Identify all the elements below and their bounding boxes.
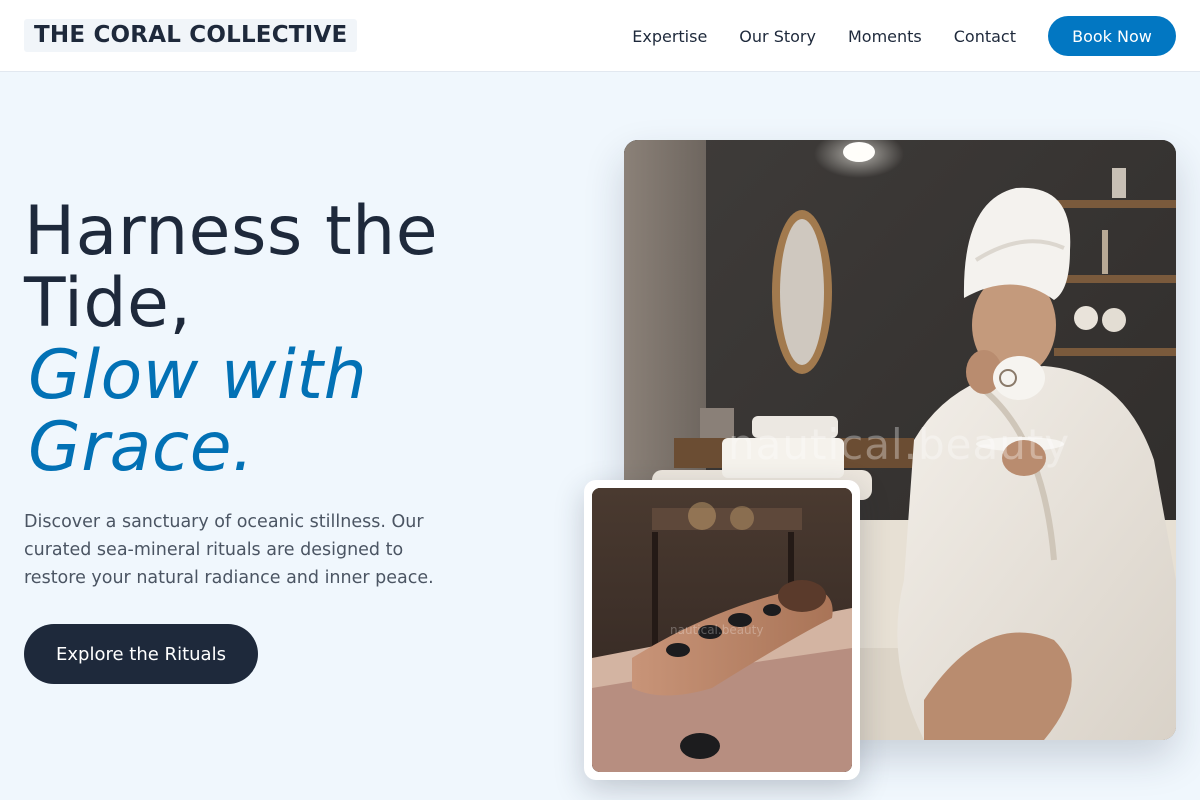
book-now-button[interactable]: Book Now xyxy=(1048,16,1176,56)
explore-rituals-button[interactable]: Explore the Rituals xyxy=(24,624,258,684)
hero-accent-line-1: Glow with xyxy=(28,336,368,415)
hero-accent-line-2: Grace. xyxy=(28,408,255,487)
inset-image-watermark: nautical.beauty xyxy=(670,623,764,637)
hero-title-line-2: Tide, xyxy=(24,264,192,343)
brand-logo[interactable]: THE CORAL COLLECTIVE xyxy=(24,19,358,52)
hero-title: Harness the Tide, Glow with Grace. xyxy=(24,196,584,484)
nav-link-expertise[interactable]: Expertise xyxy=(632,27,707,46)
nav-link-contact[interactable]: Contact xyxy=(954,27,1016,46)
hot-stone-photo: nautical.beauty xyxy=(592,488,852,772)
nav-link-moments[interactable]: Moments xyxy=(848,27,922,46)
hot-stone-photo-card: nautical.beauty xyxy=(584,480,860,780)
nav-link-our-story[interactable]: Our Story xyxy=(739,27,816,46)
hero-description: Discover a sanctuary of oceanic stillnes… xyxy=(24,512,434,588)
main-nav: Expertise Our Story Moments Contact Book… xyxy=(632,16,1176,56)
main-image-watermark: nautical.beauty xyxy=(728,420,1071,469)
site-header: THE CORAL COLLECTIVE Expertise Our Story… xyxy=(0,0,1200,72)
hero-title-line-1: Harness the xyxy=(24,192,439,271)
